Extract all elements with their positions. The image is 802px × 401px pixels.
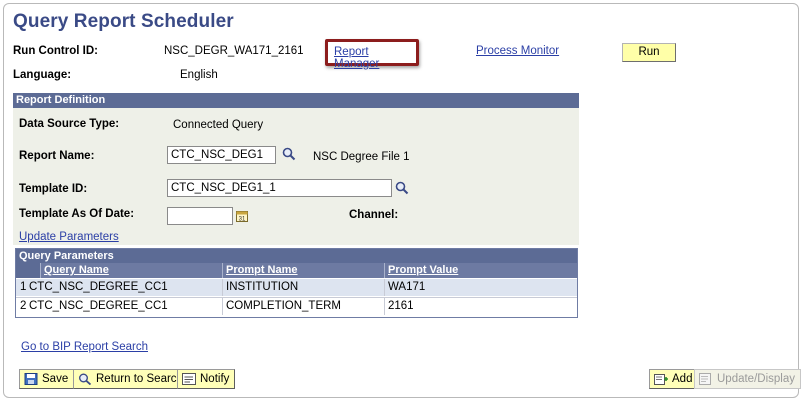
language-value: English xyxy=(180,69,218,81)
grid-column-headers: Query Name Prompt Name Prompt Value xyxy=(16,263,577,278)
column-header-prompt-name[interactable]: Prompt Name xyxy=(222,263,384,278)
notify-button-label: Notify xyxy=(200,373,230,385)
report-definition-section xyxy=(13,93,579,245)
report-name-description: NSC Degree File 1 xyxy=(313,151,410,163)
search-icon xyxy=(79,373,92,385)
report-manager-link[interactable]: Report Manager xyxy=(334,46,416,70)
table-row: 2 CTC_NSC_DEGREE_CC1 COMPLETION_TERM 216… xyxy=(16,297,577,315)
run-control-label: Run Control ID: xyxy=(13,45,98,57)
language-label: Language: xyxy=(13,69,72,81)
query-parameters-title: Query Parameters xyxy=(16,249,577,263)
save-button[interactable]: Save xyxy=(19,369,75,389)
calendar-icon[interactable]: 31 xyxy=(236,210,248,222)
column-header-prompt-value[interactable]: Prompt Value xyxy=(384,263,577,278)
prompt-value-cell: WA171 xyxy=(384,279,577,296)
query-name-cell: CTC_NSC_DEGREE_CC1 xyxy=(29,300,168,312)
query-parameters-grid: Query Parameters Query Name Prompt Name … xyxy=(15,248,578,318)
svg-text:31: 31 xyxy=(239,217,246,223)
report-name-input[interactable]: CTC_NSC_DEG1 xyxy=(167,146,276,164)
search-icon[interactable] xyxy=(282,147,296,161)
add-button-label: Add xyxy=(672,373,693,385)
report-manager-highlight: Report Manager xyxy=(325,39,419,70)
template-date-input[interactable] xyxy=(167,207,233,225)
report-name-label: Report Name: xyxy=(19,150,95,162)
page-title: Query Report Scheduler xyxy=(13,11,234,32)
template-id-label: Template ID: xyxy=(19,183,88,195)
notify-icon xyxy=(182,373,196,385)
data-source-label: Data Source Type: xyxy=(19,118,120,130)
add-button[interactable]: Add xyxy=(649,369,699,389)
data-source-value: Connected Query xyxy=(173,119,264,131)
update-display-label: Update/Display xyxy=(717,373,795,385)
update-parameters-link[interactable]: Update Parameters xyxy=(19,231,119,243)
query-name-cell: CTC_NSC_DEGREE_CC1 xyxy=(29,281,168,293)
template-date-label: Template As Of Date: xyxy=(19,208,135,220)
channel-label: Channel: xyxy=(349,209,399,221)
return-to-search-label: Return to Search xyxy=(96,373,183,385)
return-to-search-button[interactable]: Return to Search xyxy=(73,369,189,389)
add-icon xyxy=(654,374,668,385)
report-definition-header: Report Definition xyxy=(13,93,579,108)
search-icon[interactable] xyxy=(395,181,409,195)
run-control-value: NSC_DEGR_WA171_2161 xyxy=(164,45,304,57)
process-monitor-link[interactable]: Process Monitor xyxy=(476,45,559,57)
template-id-input[interactable]: CTC_NSC_DEG1_1 xyxy=(167,179,392,197)
update-display-icon xyxy=(699,373,711,385)
update-display-button[interactable]: Update/Display xyxy=(694,369,801,389)
notify-button[interactable]: Notify xyxy=(177,369,236,389)
prompt-name-cell: INSTITUTION xyxy=(222,279,384,296)
bip-report-search-link[interactable]: Go to BIP Report Search xyxy=(21,341,148,353)
prompt-name-cell: COMPLETION_TERM xyxy=(222,298,384,315)
column-header-query-name[interactable]: Query Name xyxy=(40,263,222,278)
save-icon xyxy=(24,373,38,385)
save-button-label: Save xyxy=(42,373,69,385)
prompt-value-cell: 2161 xyxy=(384,298,577,315)
table-row: 1 CTC_NSC_DEGREE_CC1 INSTITUTION WA171 xyxy=(16,279,577,296)
run-button[interactable]: Run xyxy=(622,43,676,62)
